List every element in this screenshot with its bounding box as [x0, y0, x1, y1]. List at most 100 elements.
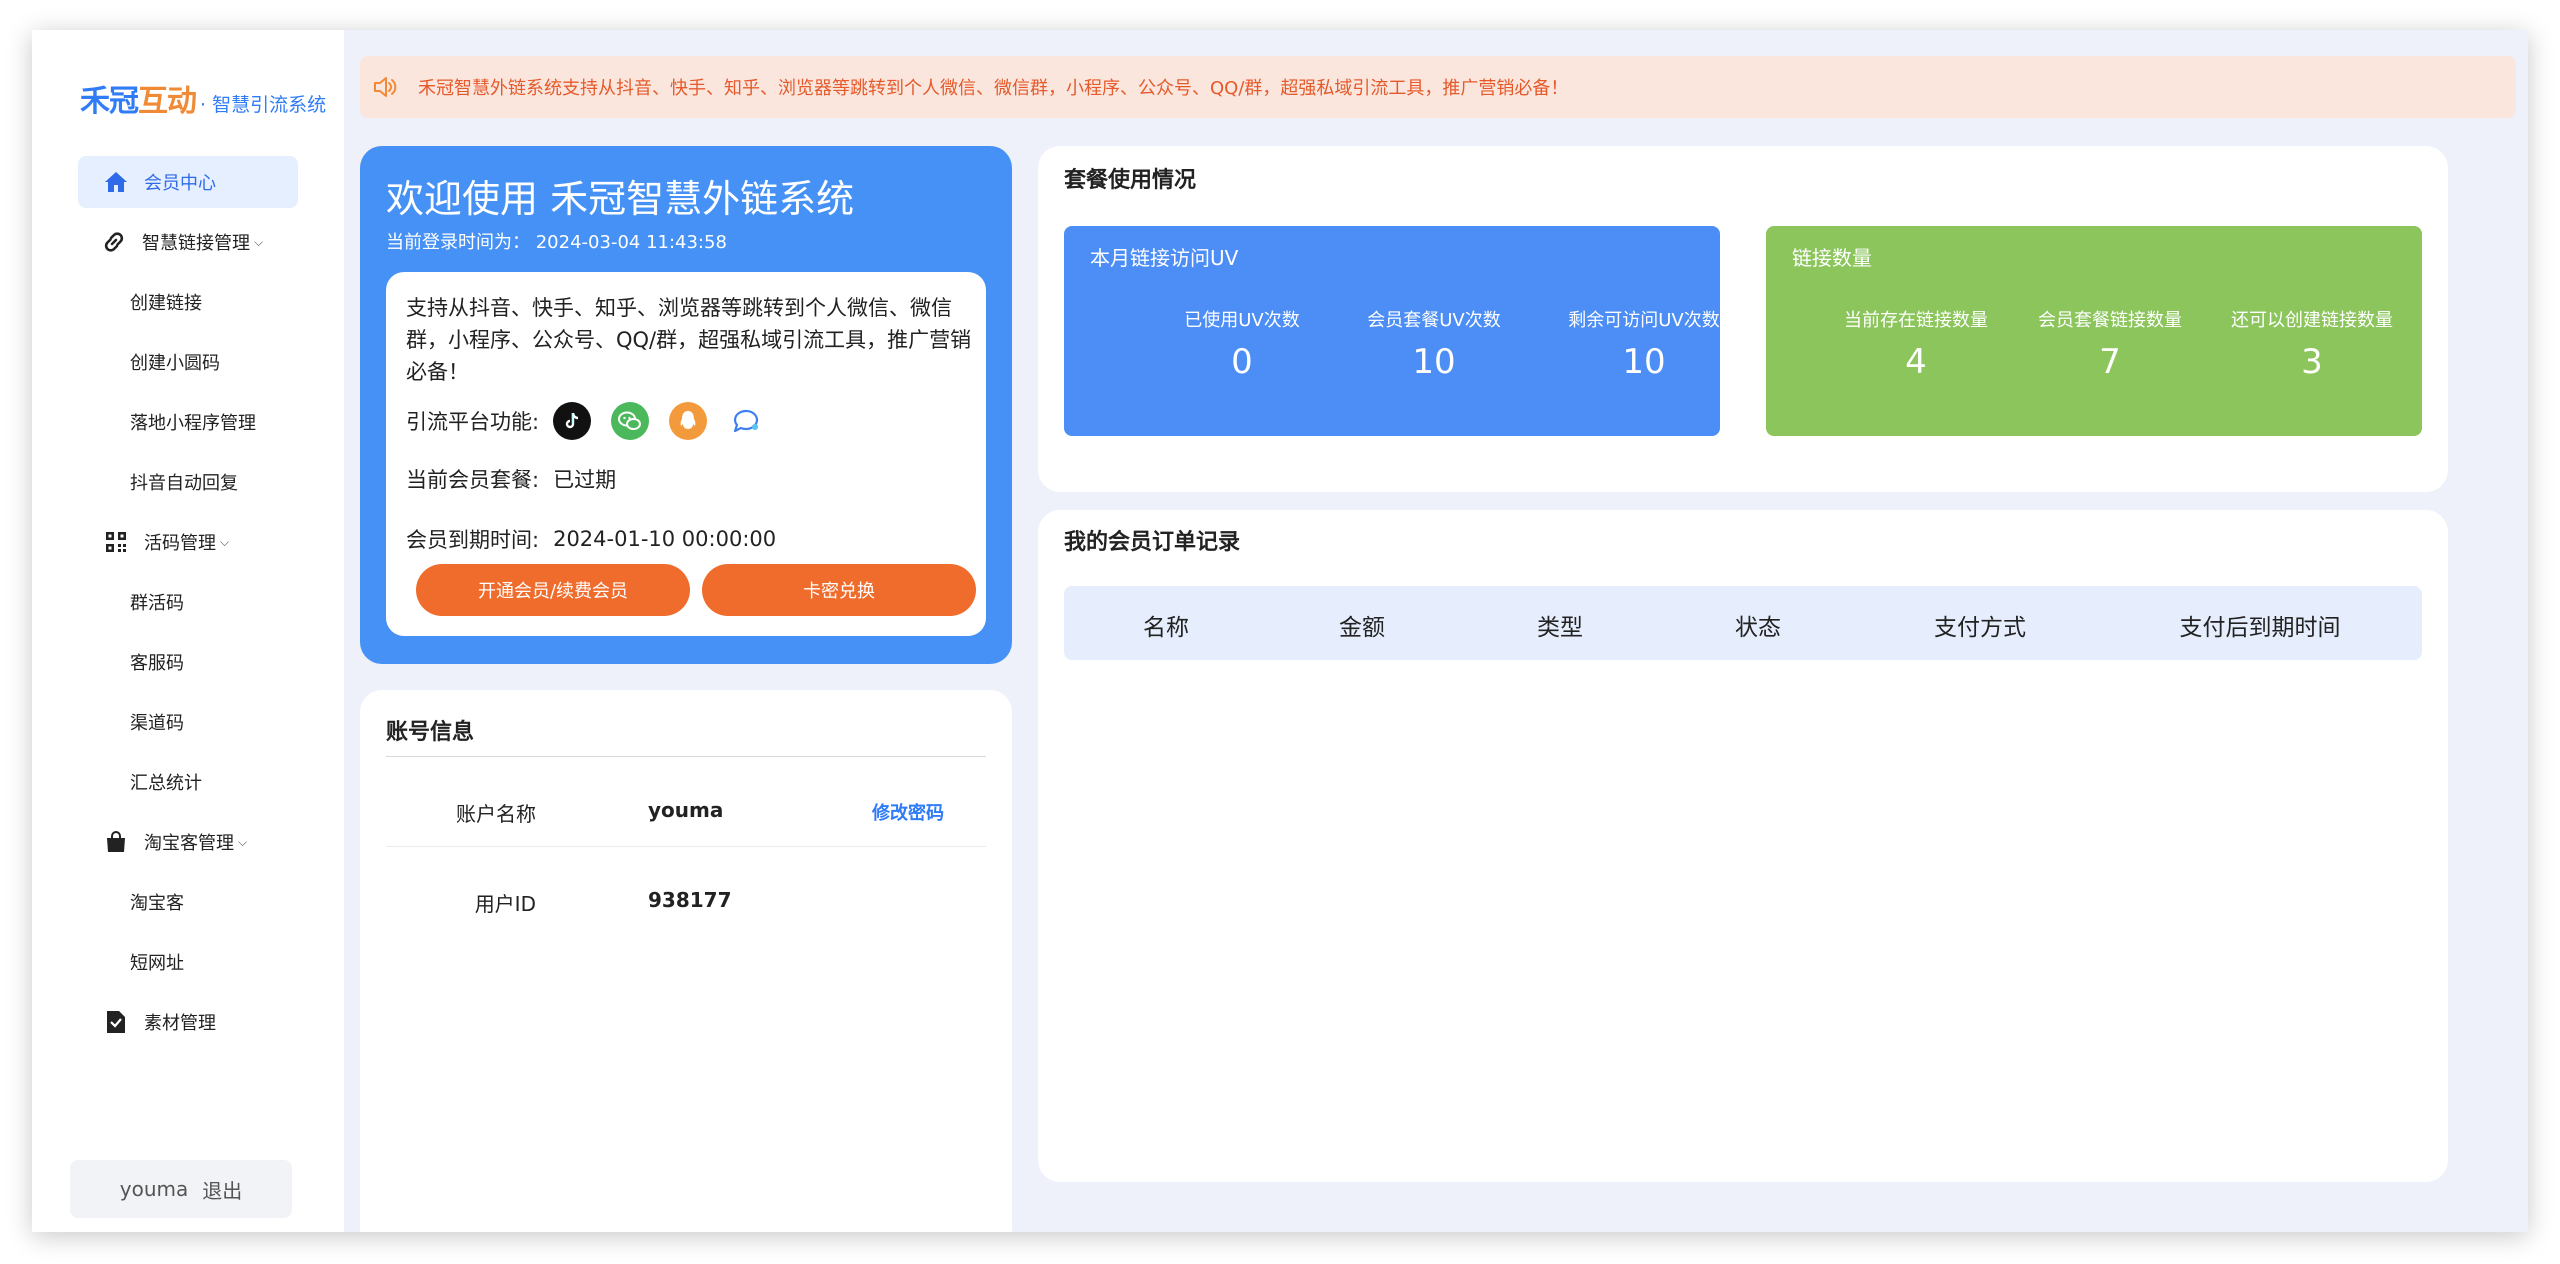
sidebar-item-material[interactable]: 素材管理: [78, 996, 298, 1048]
brand-main-part2: 互动: [138, 84, 196, 119]
redeem-card-button[interactable]: 卡密兑换: [702, 564, 976, 616]
links-stat-card: 链接数量 当前存在链接数量 4 会员套餐链接数量 7 还可以创建链接数量 3: [1766, 226, 2422, 436]
account-card: 账号信息 账户名称 youma 修改密码 用户ID 938177: [360, 690, 1012, 1232]
uv-used-label: 已使用UV次数: [1142, 306, 1342, 332]
column-header-status[interactable]: 状态: [1735, 608, 1781, 642]
sidebar-subitem-short-url[interactable]: 短网址: [130, 942, 184, 982]
links-current: 当前存在链接数量 4: [1816, 306, 2016, 382]
links-current-value: 4: [1816, 342, 2016, 382]
login-time: 当前登录时间为： 2024-03-04 11:43:58: [386, 228, 727, 254]
chat-bubble-icon: [727, 402, 765, 440]
account-name-value: youma: [648, 798, 723, 822]
account-row-divider: [386, 846, 986, 847]
platform-label: 引流平台功能:: [406, 406, 539, 436]
links-remaining: 还可以创建链接数量 3: [2212, 306, 2412, 382]
sidebar-subitem-channel-code[interactable]: 渠道码: [130, 702, 184, 742]
platform-row: 引流平台功能:: [406, 402, 785, 440]
chevron-down-icon: ⌵: [254, 235, 263, 250]
sidebar-subitem-create-link[interactable]: 创建链接: [130, 282, 202, 322]
sidebar-item-label: 淘宝客管理: [144, 829, 234, 855]
account-divider: [386, 756, 986, 757]
sidebar: 禾冠互动 · 智慧引流系统 会员中心 智慧链接管理 ⌵ 创建链接 创建小圆码 落…: [32, 30, 344, 1232]
change-password-link[interactable]: 修改密码: [872, 799, 944, 825]
sidebar-item-live-code[interactable]: 活码管理 ⌵: [78, 516, 298, 568]
sidebar-item-taobao[interactable]: 淘宝客管理 ⌵: [78, 816, 298, 868]
column-header-expire-after-payment[interactable]: 支付后到期时间: [2180, 608, 2341, 642]
uv-remaining-label: 剩余可访问UV次数: [1544, 306, 1744, 332]
links-remaining-label: 还可以创建链接数量: [2212, 306, 2412, 332]
tiktok-icon: [553, 402, 591, 440]
uv-plan-total-label: 会员套餐UV次数: [1334, 306, 1534, 332]
sidebar-subitem-group-code[interactable]: 群活码: [130, 582, 184, 622]
plan-label: 当前会员套餐:: [406, 464, 539, 494]
uv-used-value: 0: [1142, 342, 1342, 382]
expire-value: 2024-01-10 00:00:00: [553, 527, 776, 551]
links-plan-total: 会员套餐链接数量 7: [2010, 306, 2210, 382]
notice-bar: 禾冠智慧外链系统支持从抖音、快手、知乎、浏览器等跳转到个人微信、微信群，小程序、…: [360, 56, 2516, 118]
welcome-title: 欢迎使用 禾冠智慧外链系统: [386, 168, 854, 223]
open-membership-button[interactable]: 开通会员/续费会员: [416, 564, 690, 616]
qq-icon: [669, 402, 707, 440]
orders-table-header: 名称 金额 类型 状态 支付方式 支付后到期时间: [1064, 586, 2422, 660]
sidebar-item-label: 素材管理: [144, 1009, 216, 1035]
sidebar-subitem-douyin-reply[interactable]: 抖音自动回复: [130, 462, 238, 502]
account-id-label: 用户ID: [475, 888, 536, 917]
uv-remaining: 剩余可访问UV次数 10: [1544, 306, 1744, 382]
orders-title: 我的会员订单记录: [1064, 524, 1240, 556]
sidebar-item-smart-link[interactable]: 智慧链接管理 ⌵: [78, 216, 298, 268]
column-header-amount[interactable]: 金额: [1339, 608, 1385, 642]
sidebar-item-label: 会员中心: [144, 169, 216, 195]
sidebar-subitem-service-code[interactable]: 客服码: [130, 642, 184, 682]
welcome-description: 支持从抖音、快手、知乎、浏览器等跳转到个人微信、微信群，小程序、公众号、QQ/群…: [406, 292, 976, 388]
qrcode-icon: [102, 528, 130, 556]
links-plan-total-label: 会员套餐链接数量: [2010, 306, 2210, 332]
brand-logo: 禾冠互动 · 智慧引流系统: [80, 76, 326, 116]
logout-button[interactable]: youma 退出: [70, 1160, 292, 1218]
orders-card: 我的会员订单记录 名称 金额 类型 状态 支付方式 支付后到期时间: [1038, 510, 2448, 1182]
welcome-inner-panel: 支持从抖音、快手、知乎、浏览器等跳转到个人微信、微信群，小程序、公众号、QQ/群…: [386, 272, 986, 636]
login-time-value: 2024-03-04 11:43:58: [536, 232, 727, 253]
links-current-label: 当前存在链接数量: [1816, 306, 2016, 332]
column-header-type[interactable]: 类型: [1537, 608, 1583, 642]
plan-usage-title: 套餐使用情况: [1064, 162, 1196, 194]
speaker-icon: [372, 73, 400, 101]
uv-remaining-value: 10: [1544, 342, 1744, 382]
links-stat-title: 链接数量: [1792, 242, 1872, 271]
column-header-name[interactable]: 名称: [1143, 608, 1189, 642]
uv-plan-total-value: 10: [1334, 342, 1534, 382]
account-id-value: 938177: [648, 888, 732, 912]
expire-label: 会员到期时间:: [406, 524, 539, 554]
plan-value: 已过期: [553, 464, 616, 494]
account-name-row: 账户名称 youma 修改密码: [386, 780, 986, 840]
sidebar-subitem-taobao-ke[interactable]: 淘宝客: [130, 882, 184, 922]
plan-usage-card: 套餐使用情况 本月链接访问UV 已使用UV次数 0 会员套餐UV次数 10 剩余…: [1038, 146, 2448, 492]
account-name-label: 账户名称: [456, 798, 536, 827]
sidebar-subitem-create-circle-code[interactable]: 创建小圆码: [130, 342, 220, 382]
chevron-down-icon: ⌵: [220, 535, 229, 550]
uv-stat-card: 本月链接访问UV 已使用UV次数 0 会员套餐UV次数 10 剩余可访问UV次数…: [1064, 226, 1720, 436]
account-title: 账号信息: [386, 714, 474, 746]
notice-text: 禾冠智慧外链系统支持从抖音、快手、知乎、浏览器等跳转到个人微信、微信群，小程序、…: [418, 74, 1568, 100]
home-icon: [102, 168, 130, 196]
sidebar-subitem-miniprogram[interactable]: 落地小程序管理: [130, 402, 256, 442]
app-window: 禾冠互动 · 智慧引流系统 会员中心 智慧链接管理 ⌵ 创建链接 创建小圆码 落…: [32, 30, 2528, 1232]
expire-row: 会员到期时间: 2024-01-10 00:00:00: [406, 524, 776, 554]
brand-main: 禾冠互动: [80, 76, 196, 120]
welcome-card: 欢迎使用 禾冠智慧外链系统 当前登录时间为： 2024-03-04 11:43:…: [360, 146, 1012, 664]
column-header-payment-method[interactable]: 支付方式: [1934, 608, 2026, 642]
uv-used: 已使用UV次数 0: [1142, 306, 1342, 382]
logout-label: 退出: [202, 1175, 242, 1204]
login-time-label: 当前登录时间为：: [386, 232, 530, 253]
sidebar-item-member-center[interactable]: 会员中心: [78, 156, 298, 208]
sidebar-subitem-summary[interactable]: 汇总统计: [130, 762, 202, 802]
link-icon: [100, 228, 128, 256]
document-icon: [102, 1008, 130, 1036]
wechat-icon: [611, 402, 649, 440]
plan-row: 当前会员套餐: 已过期: [406, 464, 616, 494]
uv-plan-total: 会员套餐UV次数 10: [1334, 306, 1534, 382]
brand-main-part1: 禾冠: [80, 84, 138, 119]
links-plan-total-value: 7: [2010, 342, 2210, 382]
chevron-down-icon: ⌵: [238, 835, 247, 850]
shopping-bag-icon: [102, 828, 130, 856]
links-remaining-value: 3: [2212, 342, 2412, 382]
